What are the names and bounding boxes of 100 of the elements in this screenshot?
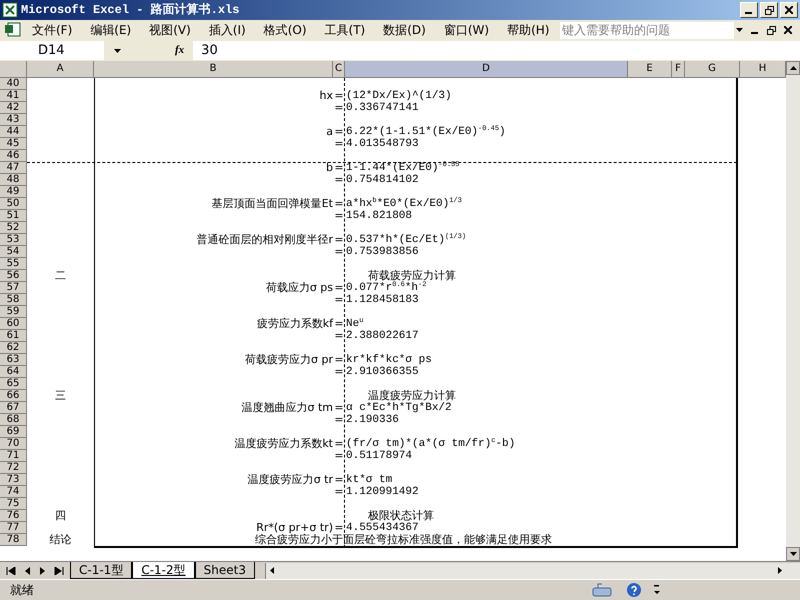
row-header[interactable]: 57 bbox=[0, 282, 27, 294]
menu-item[interactable]: 视图(V) bbox=[141, 21, 199, 39]
select-all-corner[interactable] bbox=[0, 61, 27, 77]
row-header[interactable]: 63 bbox=[0, 354, 27, 366]
menu-item[interactable]: 帮助(H) bbox=[499, 21, 558, 39]
document-icon[interactable] bbox=[4, 22, 22, 38]
row-header[interactable]: 42 bbox=[0, 102, 27, 114]
row-header[interactable]: 67 bbox=[0, 402, 27, 414]
sheet-tab[interactable]: Sheet3 bbox=[194, 562, 255, 579]
row-header[interactable]: 44 bbox=[0, 126, 27, 138]
row-header[interactable]: 72 bbox=[0, 462, 27, 474]
row-header[interactable]: 46 bbox=[0, 150, 27, 162]
table-cell: = bbox=[334, 414, 344, 426]
row-header[interactable]: 43 bbox=[0, 114, 27, 126]
row-header[interactable]: 59 bbox=[0, 306, 27, 318]
row-header[interactable]: 40 bbox=[0, 78, 27, 90]
row-header[interactable]: 75 bbox=[0, 498, 27, 510]
first-sheet-icon[interactable] bbox=[6, 566, 16, 574]
row-header[interactable]: 70 bbox=[0, 438, 27, 450]
up-arrow-icon[interactable] bbox=[790, 66, 796, 70]
restore-icon bbox=[764, 6, 774, 14]
row-header[interactable]: 47 bbox=[0, 162, 27, 174]
table-cell: 四 bbox=[55, 510, 66, 522]
table-cell: 二 bbox=[55, 270, 66, 282]
column-header[interactable]: A bbox=[27, 61, 94, 77]
horizontal-scrollbar[interactable] bbox=[265, 562, 800, 578]
sheet-tab[interactable]: C-1-1型 bbox=[70, 562, 132, 579]
close-button[interactable] bbox=[780, 2, 798, 18]
menu-item[interactable]: 编辑(E) bbox=[82, 21, 140, 39]
menu-item[interactable]: 数据(D) bbox=[375, 21, 434, 39]
dropdown-arrow-icon[interactable] bbox=[736, 28, 743, 32]
row-header[interactable]: 45 bbox=[0, 138, 27, 150]
table-cell: 普通砼面层的相对刚度半径r bbox=[196, 234, 333, 246]
menu-item[interactable]: 文件(F) bbox=[24, 21, 80, 39]
table-cell: 结论 bbox=[50, 534, 72, 546]
table-cell: kt*σ tm bbox=[346, 474, 392, 486]
row-header[interactable]: 51 bbox=[0, 210, 27, 222]
menu-item[interactable]: 工具(T) bbox=[316, 21, 374, 39]
table-cell: hx bbox=[320, 90, 333, 102]
column-header[interactable]: D bbox=[345, 61, 628, 77]
vertical-scrollbar[interactable] bbox=[786, 61, 800, 561]
row-header[interactable]: 69 bbox=[0, 426, 27, 438]
right-arrow-icon[interactable] bbox=[778, 567, 782, 574]
toolbar-options-icon[interactable] bbox=[654, 585, 660, 595]
menu-item[interactable]: 插入(I) bbox=[200, 21, 254, 39]
table-cell: = bbox=[334, 486, 344, 498]
last-sheet-icon[interactable] bbox=[54, 566, 64, 574]
formula-field[interactable]: 30 bbox=[193, 41, 800, 60]
row-header[interactable]: 73 bbox=[0, 474, 27, 486]
table-cell: = bbox=[334, 366, 344, 378]
column-header[interactable]: B bbox=[94, 61, 333, 77]
row-header[interactable]: 64 bbox=[0, 366, 27, 378]
row-header[interactable]: 62 bbox=[0, 342, 27, 354]
row-header[interactable]: 66 bbox=[0, 390, 27, 402]
function-label[interactable]: fx bbox=[175, 42, 184, 59]
close-icon bbox=[785, 6, 793, 14]
name-box[interactable]: D14 bbox=[0, 41, 104, 60]
row-header[interactable]: 76 bbox=[0, 510, 27, 522]
row-header[interactable]: 53 bbox=[0, 234, 27, 246]
column-header[interactable]: F bbox=[672, 61, 685, 77]
row-header[interactable]: 50 bbox=[0, 198, 27, 210]
row-header[interactable]: 77 bbox=[0, 522, 27, 534]
dropdown-arrow-icon[interactable] bbox=[114, 48, 121, 52]
row-header[interactable]: 60 bbox=[0, 318, 27, 330]
row-header[interactable]: 48 bbox=[0, 174, 27, 186]
keyboard-icon[interactable] bbox=[592, 583, 612, 597]
restore-button[interactable] bbox=[760, 2, 778, 18]
table-cell: 荷载应力σ ps bbox=[266, 282, 333, 294]
column-header[interactable]: G bbox=[685, 61, 740, 77]
down-arrow-icon[interactable] bbox=[790, 552, 796, 556]
row-header[interactable]: 74 bbox=[0, 486, 27, 498]
close-icon[interactable] bbox=[784, 26, 792, 34]
table-cell: 0.336747141 bbox=[346, 102, 419, 114]
help-search-field[interactable]: 键入需要帮助的问题 bbox=[560, 22, 734, 38]
minimize-button[interactable] bbox=[740, 2, 758, 18]
row-header[interactable]: 49 bbox=[0, 186, 27, 198]
left-arrow-icon[interactable] bbox=[270, 567, 274, 574]
row-header[interactable]: 71 bbox=[0, 450, 27, 462]
row-header[interactable]: 56 bbox=[0, 270, 27, 282]
row-header[interactable]: 54 bbox=[0, 246, 27, 258]
row-header[interactable]: 52 bbox=[0, 222, 27, 234]
table-cell: kr*kf*kc*σ ps bbox=[346, 354, 432, 366]
row-header[interactable]: 78 bbox=[0, 534, 27, 546]
restore-icon[interactable] bbox=[767, 26, 776, 34]
row-header[interactable]: 55 bbox=[0, 258, 27, 270]
row-header[interactable]: 41 bbox=[0, 90, 27, 102]
column-header[interactable]: H bbox=[740, 61, 786, 77]
sheet-tab[interactable]: C-1-2型 bbox=[132, 562, 195, 579]
column-header[interactable]: C bbox=[333, 61, 345, 77]
row-header[interactable]: 68 bbox=[0, 414, 27, 426]
help-icon[interactable] bbox=[626, 582, 642, 598]
row-header[interactable]: 65 bbox=[0, 378, 27, 390]
table-cell: = bbox=[334, 450, 344, 462]
row-header[interactable]: 58 bbox=[0, 294, 27, 306]
menu-item[interactable]: 窗口(W) bbox=[436, 21, 498, 39]
table-cell: a bbox=[326, 126, 333, 138]
table-cell: 154.821808 bbox=[346, 210, 412, 222]
column-header[interactable]: E bbox=[628, 61, 672, 77]
row-header[interactable]: 61 bbox=[0, 330, 27, 342]
menu-item[interactable]: 格式(O) bbox=[256, 21, 315, 39]
